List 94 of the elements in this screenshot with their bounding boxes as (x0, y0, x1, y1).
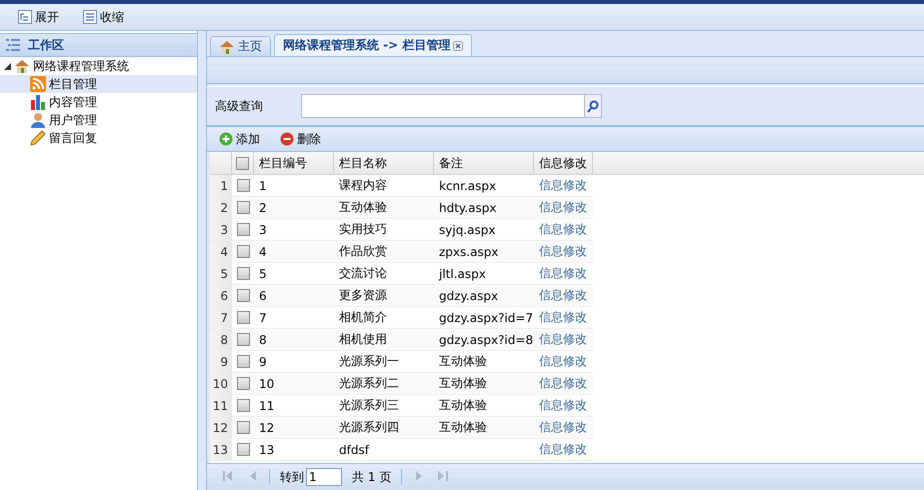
checkbox[interactable] (236, 289, 250, 302)
checkbox[interactable] (236, 377, 250, 390)
add-button[interactable]: 添加 (219, 130, 260, 148)
toolbar-button[interactable]: 收缩 (81, 8, 126, 26)
toolbar-button[interactable]: 展开 (16, 8, 61, 26)
column-header[interactable]: 栏目名称 (334, 152, 434, 174)
tab[interactable]: 网络课程管理系统 -> 栏目管理 (274, 34, 472, 56)
table-cell: 4 (254, 241, 334, 263)
table-cell: gdzy.aspx?id=8 (434, 329, 534, 351)
row-number: 7 (210, 307, 232, 329)
table-cell: 相机使用 (334, 329, 434, 351)
checkbox[interactable] (236, 179, 250, 192)
row-number: 5 (210, 263, 232, 285)
checkbox[interactable] (236, 267, 250, 280)
table-cell: 光源系列四 (334, 417, 434, 439)
bar-chart-icon (30, 94, 46, 110)
edit-link[interactable]: 信息修改 (539, 265, 587, 282)
edit-link[interactable]: 信息修改 (539, 353, 587, 370)
table-cell: 互动体验 (434, 417, 534, 439)
house-icon (14, 58, 30, 74)
checkbox[interactable] (236, 443, 250, 456)
table-cell: 作品欣赏 (334, 241, 434, 263)
checkbox[interactable] (236, 355, 250, 368)
checkbox[interactable] (236, 311, 250, 324)
table-cell: 13 (254, 439, 334, 461)
table-cell: 互动体验 (334, 197, 434, 219)
first-page-icon (223, 470, 233, 480)
row-number: 3 (210, 219, 232, 241)
minus-icon (280, 132, 294, 146)
next-page-icon (416, 470, 423, 480)
row-number: 12 (210, 417, 232, 439)
row-number: 6 (210, 285, 232, 307)
table-cell: 8 (254, 329, 334, 351)
checkbox[interactable] (236, 421, 250, 434)
row-number: 2 (210, 197, 232, 219)
checkbox[interactable] (236, 156, 249, 170)
edit-link[interactable]: 信息修改 (539, 397, 587, 414)
checkbox[interactable] (236, 201, 250, 214)
column-header[interactable]: 栏目编号 (254, 152, 334, 174)
table-cell: 更多资源 (334, 285, 434, 307)
pencil-icon (30, 130, 46, 146)
table-cell: gdzy.aspx (434, 285, 534, 307)
delete-button[interactable]: 删除 (280, 130, 321, 148)
plus-icon (219, 132, 233, 146)
user-icon (30, 112, 46, 128)
row-number: 10 (210, 373, 232, 395)
list-icon (6, 38, 22, 52)
table-cell: zpxs.aspx (434, 241, 534, 263)
expander-icon[interactable] (4, 62, 11, 70)
edit-link[interactable]: 信息修改 (539, 221, 587, 238)
edit-link[interactable]: 信息修改 (539, 441, 587, 458)
table-cell: 互动体验 (434, 373, 534, 395)
tree-item[interactable]: 用户管理 (0, 111, 197, 129)
previous-page-icon (248, 470, 256, 480)
column-header[interactable]: 备注 (434, 152, 534, 174)
checkbox[interactable] (236, 333, 250, 346)
checkbox[interactable] (236, 223, 250, 236)
panel-title: 工作区 (28, 36, 64, 54)
table-cell: 10 (254, 373, 334, 395)
tree-item[interactable]: 网络课程管理系统 (0, 57, 197, 75)
search-label: 高级查询 (215, 98, 264, 114)
row-number: 8 (210, 329, 232, 351)
rss-icon (30, 76, 46, 92)
tree-view-icon (18, 10, 32, 24)
search-button[interactable] (584, 95, 601, 117)
tree-item[interactable]: 内容管理 (0, 93, 197, 111)
page-field[interactable]: 1 (306, 468, 342, 486)
search-field[interactable] (301, 94, 602, 118)
table-cell: 12 (254, 417, 334, 439)
search-icon (587, 100, 599, 112)
edit-link[interactable]: 信息修改 (539, 177, 587, 194)
row-number: 1 (210, 175, 232, 197)
tree-item[interactable]: 留言回复 (0, 129, 197, 147)
table-cell: hdty.aspx (434, 197, 534, 219)
tab[interactable]: 主页 (210, 36, 271, 56)
table-cell: 6 (254, 285, 334, 307)
list-icon (83, 10, 97, 24)
edit-link[interactable]: 信息修改 (539, 309, 587, 326)
checkbox[interactable] (236, 399, 250, 412)
table-cell: 2 (254, 197, 334, 219)
column-header[interactable]: 信息修改 (534, 152, 593, 174)
tree-item[interactable]: 栏目管理 (0, 75, 197, 93)
row-number: 9 (210, 351, 232, 373)
close-icon[interactable] (453, 40, 464, 50)
checkbox[interactable] (236, 245, 250, 258)
row-number: 4 (210, 241, 232, 263)
row-number: 11 (210, 395, 232, 417)
last-page-icon (438, 470, 448, 480)
table-cell: dfdsf (334, 439, 434, 461)
table-cell: 光源系列二 (334, 373, 434, 395)
goto-label: 转到 (280, 468, 304, 486)
house-icon (219, 38, 235, 54)
row-number: 13 (210, 439, 232, 461)
page-count: 共 1 页 (352, 468, 392, 486)
